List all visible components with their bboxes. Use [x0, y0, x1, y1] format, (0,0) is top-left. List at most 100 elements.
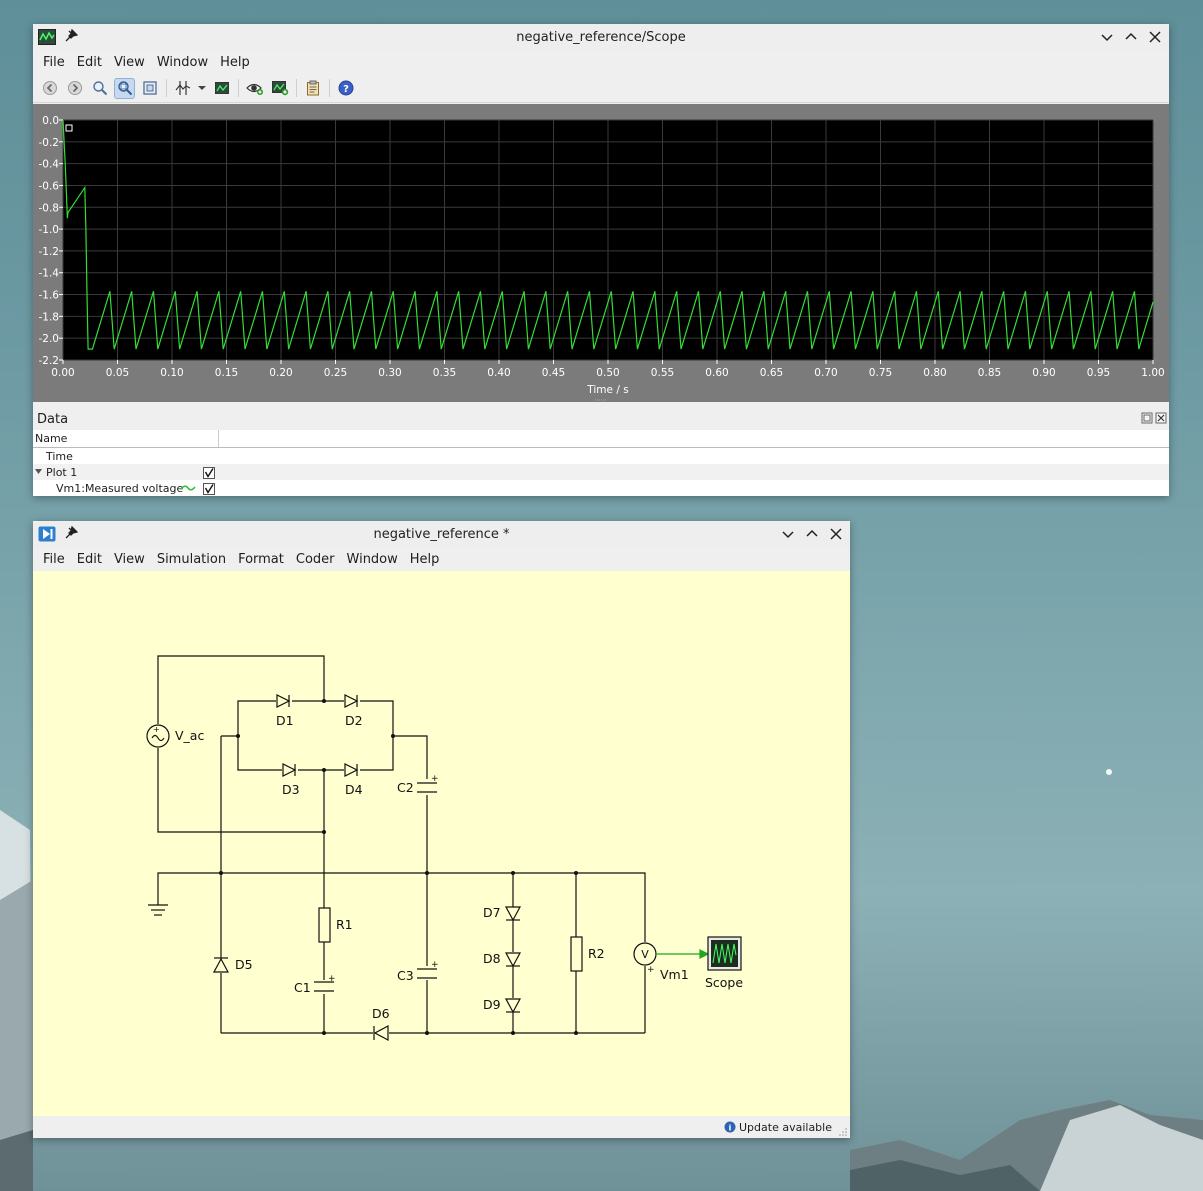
zoom-box-icon[interactable] [114, 77, 135, 99]
vm1-label: Vm1 [660, 967, 689, 982]
menu-edit[interactable]: Edit [71, 552, 108, 567]
y-tick-label: -0.2 [39, 137, 60, 149]
capacitor-c3[interactable]: + C3 [397, 960, 439, 983]
r2-label: R2 [588, 946, 605, 961]
x-tick-label: 0.65 [760, 367, 783, 379]
diode-d7[interactable]: D7 [483, 905, 522, 922]
menu-view[interactable]: View [108, 55, 151, 70]
schematic-canvas[interactable]: + V_ac D1 D2 D3 D4 D5 D6 D7 D8 D9 + C1 + C… [33, 571, 850, 1116]
menu-edit[interactable]: Edit [71, 55, 108, 70]
scope-plot[interactable]: 0.0 -0.2 -0.4 -0.6 -0.8 -1.0 -1.2 -1.4 -1.6 -1.8 -… [33, 104, 1169, 402]
menu-format[interactable]: Format [232, 552, 290, 567]
scope-block[interactable]: Scope [705, 936, 743, 990]
scope-titlebar[interactable]: negative_reference/Scope [33, 24, 1169, 51]
y-axis: 0.0 -0.2 -0.4 -0.6 -0.8 -1.0 -1.2 -1.4 -1.6 -1.8 -… [39, 115, 63, 367]
y-tick-label: -1.0 [39, 224, 60, 236]
info-icon: i [724, 1121, 736, 1133]
x-tick-label: 0.85 [978, 367, 1001, 379]
diode-d8[interactable]: D8 [483, 951, 522, 968]
menu-window[interactable]: Window [151, 55, 214, 70]
menu-window[interactable]: Window [341, 552, 404, 567]
diode-d6[interactable]: D6 [372, 1006, 390, 1042]
menu-coder[interactable]: Coder [290, 552, 341, 567]
x-tick-label: 0.10 [160, 367, 183, 379]
plot-pane[interactable]: 0.0 -0.2 -0.4 -0.6 -0.8 -1.0 -1.2 -1.4 -1.6 -1.8 -… [33, 104, 1169, 402]
add-plot-icon[interactable] [269, 78, 290, 99]
back-icon[interactable] [39, 78, 60, 99]
data-panel-title: Data [37, 412, 68, 427]
x-tick-label: 0.70 [814, 367, 837, 379]
svg-text:+: + [647, 965, 655, 975]
diode-d2[interactable]: D2 [344, 694, 363, 728]
clipboard-icon[interactable] [302, 78, 323, 99]
schematic-titlebar[interactable]: negative_reference * [33, 521, 850, 548]
signal-wire[interactable] [656, 949, 710, 959]
voltmeter-vm1[interactable]: V + Vm1 [633, 942, 689, 982]
update-available-link[interactable]: Update available [739, 1121, 832, 1134]
eye-icon[interactable] [244, 78, 265, 99]
diode-d1[interactable]: D1 [276, 694, 294, 728]
menu-file[interactable]: File [37, 552, 71, 567]
x-tick-label: 0.60 [705, 367, 728, 379]
menu-help[interactable]: Help [214, 55, 256, 70]
vac-source[interactable]: + V_ac [146, 724, 204, 748]
close-panel-icon[interactable] [1155, 412, 1167, 424]
x-tick-label: 0.30 [378, 367, 401, 379]
forward-icon[interactable] [64, 78, 85, 99]
resistor-r1[interactable]: R1 [318, 907, 353, 943]
zoom-fit-icon[interactable] [139, 78, 160, 99]
d6-label: D6 [372, 1006, 390, 1021]
window-title: negative_reference * [373, 527, 510, 542]
tree-row-plot1[interactable]: Plot 1 [46, 466, 77, 479]
close-icon[interactable] [1147, 29, 1163, 45]
schematic-menubar: File Edit View Simulation Format Coder W… [33, 548, 850, 571]
diode-d3[interactable]: D3 [282, 763, 300, 797]
diode-d4[interactable]: D4 [344, 763, 363, 797]
x-tick-label: 0.50 [596, 367, 619, 379]
maximize-icon[interactable] [1123, 29, 1139, 45]
x-tick-label: 0.40 [487, 367, 510, 379]
resistor-r2[interactable]: R2 [570, 936, 605, 972]
zoom-icon[interactable] [89, 78, 110, 99]
plot1-checkbox[interactable] [203, 467, 215, 479]
scope-toolbar: ? [33, 74, 1169, 103]
close-icon[interactable] [828, 526, 844, 542]
dropdown-icon[interactable] [197, 78, 207, 99]
diode-d5[interactable]: D5 [212, 957, 253, 973]
x-tick-label: 0.95 [1087, 367, 1110, 379]
schematic-window: negative_reference * File Edit View Simu… [33, 521, 850, 1138]
menu-view[interactable]: View [108, 552, 151, 567]
x-tick-label: 0.35 [433, 367, 456, 379]
tree-row-measured-voltage[interactable]: Vm1:Measured voltage [56, 482, 184, 495]
d9-label: D9 [483, 997, 501, 1012]
capacitor-c2[interactable]: + C2 [397, 774, 439, 795]
capacitor-c1[interactable]: + C1 [294, 974, 336, 995]
tree-row-time[interactable]: Time [45, 450, 73, 463]
ground-icon[interactable] [148, 904, 168, 916]
y-tick-label: -2.2 [39, 355, 60, 367]
y-tick-label: -1.6 [39, 290, 60, 302]
y-tick-label: -0.6 [39, 180, 60, 192]
voltmeter-symbol: V [641, 948, 649, 961]
menu-file[interactable]: File [37, 55, 71, 70]
c2-label: C2 [397, 780, 414, 795]
minimize-icon[interactable] [780, 526, 796, 542]
minimize-icon[interactable] [1099, 29, 1115, 45]
float-icon[interactable] [1141, 412, 1153, 424]
diode-d9[interactable]: D9 [483, 997, 522, 1014]
menu-simulation[interactable]: Simulation [151, 552, 232, 567]
d8-label: D8 [483, 951, 501, 966]
measured-voltage-checkbox[interactable] [203, 483, 215, 495]
x-tick-label: 0.90 [1032, 367, 1055, 379]
column-name-header[interactable]: Name [35, 432, 68, 445]
resize-grip-icon[interactable] [839, 1128, 847, 1136]
junctions [219, 699, 578, 1035]
data-panel: Data Name Time Plot 1 Vm1:Measured volta… [33, 402, 1169, 496]
help-icon[interactable]: ? [335, 78, 356, 99]
screenshot-icon[interactable] [211, 78, 232, 99]
svg-text:+: + [328, 974, 336, 984]
d7-label: D7 [483, 905, 501, 920]
menu-help[interactable]: Help [404, 552, 446, 567]
cursor-icon[interactable] [172, 78, 193, 99]
maximize-icon[interactable] [804, 526, 820, 542]
